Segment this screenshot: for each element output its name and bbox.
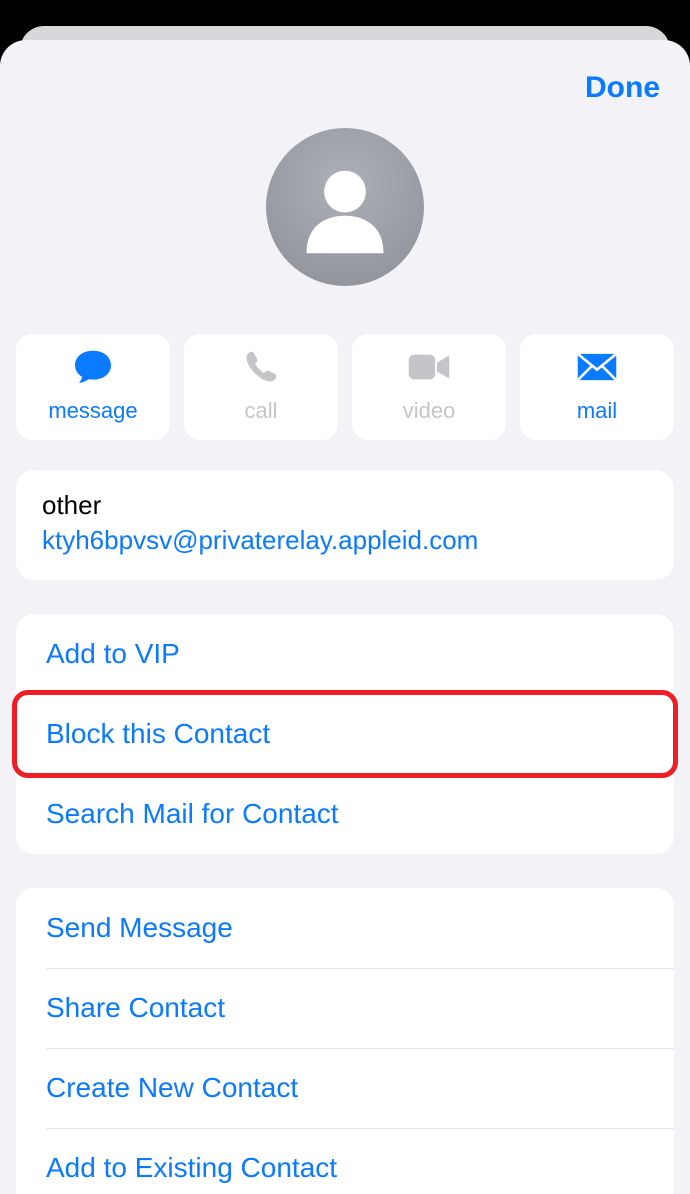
message-button[interactable]: message <box>16 334 170 440</box>
vip-block-card: Add to VIP Block this Contact Search Mai… <box>16 614 674 854</box>
message-label: message <box>48 398 137 424</box>
add-existing-contact-row[interactable]: Add to Existing Contact <box>16 1128 674 1194</box>
avatar-section <box>0 128 690 286</box>
mail-icon <box>576 350 618 384</box>
block-contact-row[interactable]: Block this Contact <box>16 694 674 774</box>
done-button[interactable]: Done <box>585 71 660 105</box>
video-button: video <box>352 334 506 440</box>
email-type-label: other <box>42 490 648 521</box>
contact-detail-sheet: Done message call <box>0 40 690 1194</box>
call-button: call <box>184 334 338 440</box>
nav-bar: Done <box>0 40 690 136</box>
email-card[interactable]: other ktyh6bpvsv@privaterelay.appleid.co… <box>16 470 674 580</box>
contact-actions-card: Send Message Share Contact Create New Co… <box>16 888 674 1194</box>
send-message-row[interactable]: Send Message <box>16 888 674 968</box>
message-icon <box>73 350 113 384</box>
video-label: video <box>403 398 456 424</box>
email-address: ktyh6bpvsv@privaterelay.appleid.com <box>42 525 648 556</box>
create-new-contact-row[interactable]: Create New Contact <box>16 1048 674 1128</box>
share-contact-row[interactable]: Share Contact <box>16 968 674 1048</box>
phone-icon <box>244 350 278 384</box>
search-mail-row[interactable]: Search Mail for Contact <box>16 774 674 854</box>
video-icon <box>407 350 451 384</box>
add-to-vip-row[interactable]: Add to VIP <box>16 614 674 694</box>
mail-button[interactable]: mail <box>520 334 674 440</box>
avatar-placeholder-icon <box>266 128 424 286</box>
quick-action-row: message call video <box>0 334 690 440</box>
call-label: call <box>244 398 277 424</box>
mail-label: mail <box>577 398 617 424</box>
